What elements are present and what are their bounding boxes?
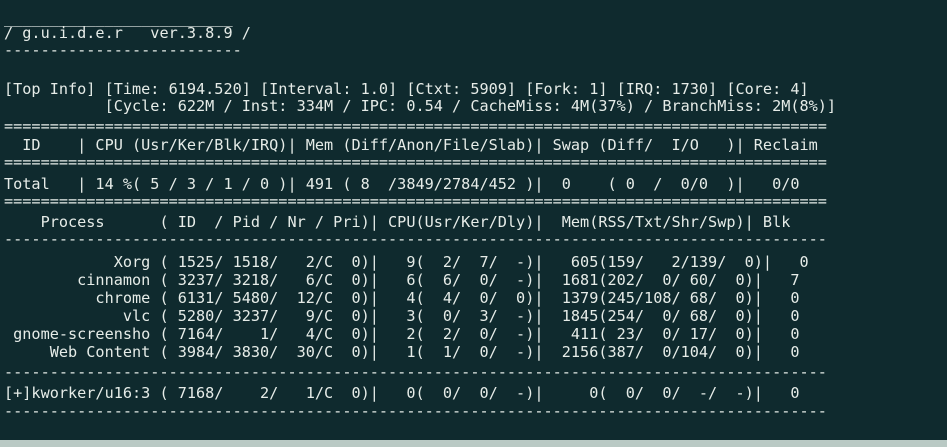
terminal-window[interactable]: _________________________ / g.u.i.d.e.r …: [0, 0, 947, 447]
table-row[interactable]: Xorg ( 1525/ 1518/ 2/C 0)| 9( 2/ 7/ -)| …: [4, 253, 809, 272]
terminal-bottom-bar: [0, 440, 947, 447]
table-row[interactable]: vlc ( 5280/ 3237/ 9/C 0)| 3( 0/ 3/ -)| 1…: [4, 307, 800, 326]
single-separator: ----------------------------------------…: [4, 402, 827, 420]
double-separator: ========================================…: [4, 153, 827, 171]
table-row[interactable]: cinnamon ( 3237/ 3218/ 6/C 0)| 6( 6/ 0/ …: [4, 271, 799, 290]
table-row[interactable]: Web Content ( 3984/ 3830/ 30/C 0)| 1( 1/…: [4, 343, 800, 362]
logo-title: / g.u.i.d.e.r ver.3.8.9 /: [4, 24, 251, 42]
double-separator: ========================================…: [4, 192, 827, 210]
table-row[interactable]: chrome ( 6131/ 5480/ 12/C 0)| 4( 4/ 0/ 0…: [4, 289, 799, 308]
kworker-row[interactable]: [+]kworker/u16:3 ( 7168/ 2/ 1/C 0)| 0( 0…: [4, 384, 800, 403]
top-info-line-2: [Cycle: 622M / Inst: 334M / IPC: 0.54 / …: [4, 97, 837, 115]
process-table-header: Process ( ID / Pid / Nr / Pri)| CPU(Usr/…: [4, 213, 791, 231]
table-row[interactable]: gnome-screensho ( 7164/ 1/ 4/C 0)| 2( 2/…: [4, 325, 799, 344]
logo-bottom-rule: --------------------------: [4, 41, 242, 59]
top-info-line-1: [Top Info] [Time: 6194.520] [Interval: 1…: [4, 80, 809, 98]
summary-header: ID | CPU (Usr/Ker/Blk/IRQ)| Mem (Diff/An…: [4, 136, 818, 154]
single-separator: ----------------------------------------…: [4, 230, 827, 248]
double-separator: ========================================…: [4, 117, 827, 135]
summary-total-row: Total | 14 %( 5 / 3 / 1 / 0 )| 491 ( 8 /…: [4, 175, 800, 193]
single-separator: ----------------------------------------…: [4, 363, 827, 381]
